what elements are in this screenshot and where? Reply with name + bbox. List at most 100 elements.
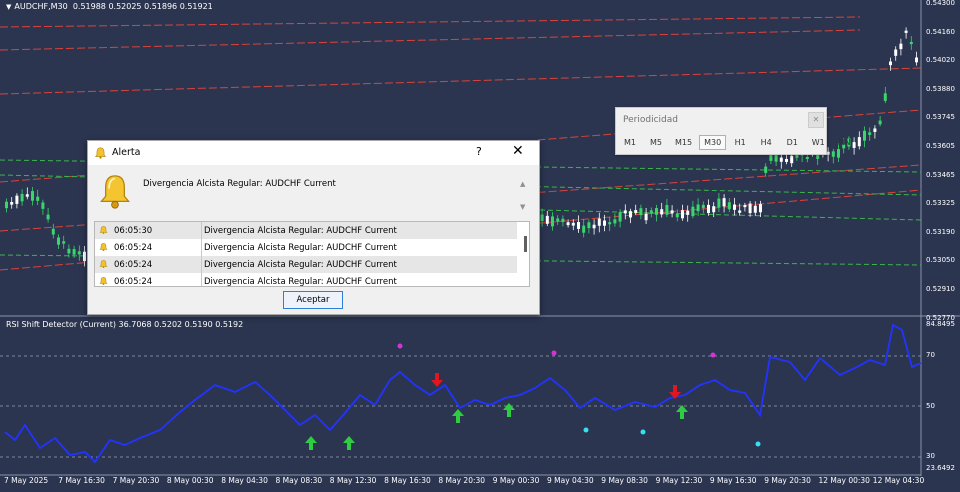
candle-body: [743, 205, 747, 208]
candle-body: [582, 225, 586, 233]
period-button-w1[interactable]: W1: [806, 135, 830, 150]
candle-body: [873, 128, 877, 132]
candle-body: [909, 41, 913, 45]
candle-body: [826, 151, 830, 155]
candle-body: [759, 204, 762, 213]
alert-row-message: Divergencia Alcista Regular: AUDCHF Curr…: [204, 243, 397, 253]
candle-body: [597, 218, 601, 226]
candle-body: [790, 155, 794, 164]
alert-row-message: Divergencia Alcista Regular: AUDCHF Curr…: [204, 226, 397, 236]
indicator-level-tick: 84.8495: [926, 320, 955, 328]
indicator-level-tick: 50: [926, 402, 935, 410]
chart-menu-arrow-icon[interactable]: ▼: [6, 3, 11, 11]
candle-body: [634, 210, 638, 214]
candle-body: [15, 195, 19, 204]
candle-body: [878, 120, 882, 125]
candle-body: [571, 222, 575, 226]
price-tick: 0.54020: [926, 56, 955, 65]
bullish-arrow-icon: [452, 409, 464, 423]
price-tick: 0.53880: [926, 84, 955, 93]
candle-body: [696, 204, 700, 212]
scroll-down-icon[interactable]: ▼: [520, 203, 525, 211]
time-tick: 7 May 20:30: [112, 476, 160, 485]
bullish-arrow-icon: [343, 436, 355, 450]
indicator-level-tick: 70: [926, 351, 935, 359]
divergence-dot-top: [551, 350, 557, 356]
period-button-m30[interactable]: M30: [699, 135, 727, 150]
candle-body: [540, 214, 544, 221]
candle-body: [701, 204, 705, 209]
candle-body: [733, 204, 736, 210]
price-tick: 0.54160: [926, 27, 955, 36]
candle-body: [603, 220, 606, 226]
candle-body: [712, 206, 716, 213]
divergence-dot-bottom: [583, 427, 589, 433]
candle-body: [41, 202, 45, 209]
alert-row[interactable]: 06:05:24 Divergencia Alcista Regular: AUD…: [95, 256, 517, 273]
close-button[interactable]: ✕: [512, 143, 524, 159]
candle-body: [707, 204, 710, 214]
help-button[interactable]: ?: [476, 145, 482, 158]
candle-body: [717, 198, 721, 208]
divergence-dot-bottom: [640, 429, 646, 435]
time-tick: 7 May 16:30: [58, 476, 105, 485]
alert-row[interactable]: 06:05:24 Divergencia Alcista Regular: AUD…: [95, 273, 517, 287]
time-tick: 8 May 08:30: [275, 476, 323, 485]
period-button-m15[interactable]: M15: [670, 135, 697, 150]
period-button-m5[interactable]: M5: [644, 135, 668, 150]
resistance-trend-line: [0, 16, 861, 28]
time-tick: 8 May 04:30: [221, 476, 268, 485]
indicator-level-tick: 30: [926, 452, 935, 460]
candle-body: [77, 251, 81, 255]
candle-body: [545, 215, 549, 224]
alert-row[interactable]: 06:05:24 Divergencia Alcista Regular: AUD…: [95, 239, 517, 256]
alert-header: Alerta ? ✕: [88, 141, 539, 165]
candle-body: [868, 132, 872, 135]
candle-body: [67, 248, 71, 254]
period-button-h1[interactable]: H1: [728, 135, 752, 150]
candle-body: [25, 194, 29, 197]
candle-body: [883, 93, 887, 101]
candle-body: [779, 157, 783, 162]
list-scrollbar-thumb[interactable]: [524, 236, 527, 252]
candle-body: [904, 30, 908, 33]
candle-body: [655, 208, 658, 215]
alert-time: 06:05:24: [114, 277, 153, 287]
indicator-level-tick: 23.6492: [926, 464, 955, 472]
candle-body: [837, 149, 840, 158]
period-button-h4[interactable]: H4: [754, 135, 778, 150]
candle-body: [738, 210, 742, 213]
candle-body: [57, 237, 60, 245]
time-tick: 9 May 20:30: [764, 476, 811, 485]
candle-body: [561, 218, 565, 222]
scroll-up-icon[interactable]: ▲: [520, 180, 525, 188]
indicator-title: RSI Shift Detector (Current) 36.7068 0.5…: [6, 320, 244, 329]
candle-body: [10, 202, 14, 205]
candle-body: [889, 61, 892, 66]
accept-button[interactable]: Aceptar: [283, 291, 343, 309]
candle-body: [31, 191, 34, 201]
candle-body: [857, 137, 861, 147]
candle-body: [670, 210, 674, 214]
time-tick: 8 May 00:30: [166, 476, 214, 485]
candle-body: [51, 228, 55, 235]
candle-body: [556, 218, 560, 222]
bullish-arrow-icon: [503, 403, 515, 417]
alert-history-list[interactable]: 06:05:24 Divergencia Alcista Regular: AUD…: [94, 221, 530, 287]
period-close-button[interactable]: ✕: [808, 112, 824, 128]
candle-body: [899, 43, 903, 50]
period-button-mn[interactable]: MN: [832, 135, 856, 150]
time-tick: 12 May 00:30: [818, 476, 870, 485]
divergence-dot-top: [710, 352, 716, 358]
period-button-d1[interactable]: D1: [780, 135, 804, 150]
candle-body: [551, 216, 554, 227]
time-tick: 9 May 08:30: [601, 476, 648, 485]
time-tick: 12 May 04:30: [872, 476, 925, 485]
candle-body: [660, 209, 664, 215]
alert-row[interactable]: 06:05:30 Divergencia Alcista Regular: AUD…: [95, 222, 517, 239]
candle-body: [72, 249, 76, 255]
candle-body: [915, 57, 918, 63]
period-button-m1[interactable]: M1: [618, 135, 642, 150]
price-tick: 0.53050: [926, 256, 955, 265]
alert-time: 06:05:24: [114, 243, 153, 253]
